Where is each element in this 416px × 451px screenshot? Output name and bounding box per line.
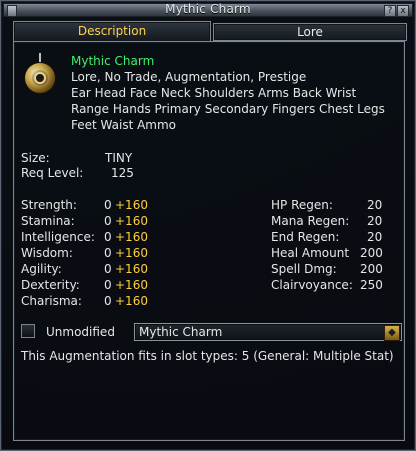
req-level-value: 125 xyxy=(111,166,134,180)
title-bar[interactable]: Mythic Charm ? x xyxy=(3,2,413,17)
charm-icon xyxy=(23,53,57,97)
stat-value-hp-regen: 20 xyxy=(367,198,383,212)
dropdown-arrow-icon[interactable]: ◆ xyxy=(384,325,400,341)
augment-slot-info: This Augmentation fits in slot types: 5 … xyxy=(21,349,394,363)
stat-value-heal-amount: 200 xyxy=(360,246,383,260)
item-window: Mythic Charm ? x Description Lore Mythic… xyxy=(0,0,416,451)
augment-dropdown[interactable]: Mythic Charm ◆ xyxy=(134,323,402,341)
stat-label-intelligence: Intelligence: xyxy=(21,230,95,244)
item-name: Mythic Charm xyxy=(71,54,155,68)
stat-label-charisma: Charisma: xyxy=(21,294,82,308)
stat-bonus-strength: +160 xyxy=(115,198,148,212)
stat-label-stamina: Stamina: xyxy=(21,214,75,228)
item-slots-line-3: Feet Waist Ammo xyxy=(71,118,177,132)
stat-value-mana-regen: 20 xyxy=(367,214,383,228)
stat-label-agility: Agility: xyxy=(21,262,62,276)
stat-label-heal-amount: Heal Amount xyxy=(271,246,350,260)
item-flags: Lore, No Trade, Augmentation, Prestige xyxy=(71,70,307,84)
size-value: TINY xyxy=(105,151,133,165)
stat-label-dexterity: Dexterity: xyxy=(21,278,80,292)
stat-value-clairvoyance: 250 xyxy=(360,278,383,292)
stat-base-intelligence: 0 xyxy=(104,230,112,244)
stat-base-agility: 0 xyxy=(104,262,112,276)
stat-base-wisdom: 0 xyxy=(104,246,112,260)
stat-bonus-wisdom: +160 xyxy=(115,246,148,260)
unmodified-label: Unmodified xyxy=(46,325,115,339)
close-button[interactable]: x xyxy=(397,5,409,17)
stat-base-dexterity: 0 xyxy=(104,278,112,292)
stat-label-wisdom: Wisdom: xyxy=(21,246,73,260)
stat-base-strength: 0 xyxy=(104,198,112,212)
charm-pendant xyxy=(25,63,55,93)
item-slots-line-1: Ear Head Face Neck Shoulders Arms Back W… xyxy=(71,86,357,100)
stat-bonus-stamina: +160 xyxy=(115,214,148,228)
charm-chain xyxy=(39,53,41,63)
item-slots-line-2: Range Hands Primary Secondary Fingers Ch… xyxy=(71,102,385,116)
unmodified-checkbox[interactable] xyxy=(21,324,35,338)
req-level-label: Req Level: xyxy=(21,166,84,180)
stat-label-spell-dmg: Spell Dmg: xyxy=(271,262,337,276)
size-label: Size: xyxy=(21,151,50,165)
stat-base-charisma: 0 xyxy=(104,294,112,308)
stat-bonus-dexterity: +160 xyxy=(115,278,148,292)
window-title: Mythic Charm xyxy=(165,2,251,16)
augment-dropdown-value: Mythic Charm xyxy=(139,325,223,339)
tab-description[interactable]: Description xyxy=(13,21,211,43)
stat-value-end-regen: 20 xyxy=(367,230,383,244)
stat-label-clairvoyance: Clairvoyance: xyxy=(271,278,353,292)
stat-base-stamina: 0 xyxy=(104,214,112,228)
stat-value-spell-dmg: 200 xyxy=(360,262,383,276)
tab-lore[interactable]: Lore xyxy=(213,23,407,41)
stat-label-hp-regen: HP Regen: xyxy=(271,198,333,212)
stat-bonus-intelligence: +160 xyxy=(115,230,148,244)
stat-label-strength: Strength: xyxy=(21,198,77,212)
stat-bonus-agility: +160 xyxy=(115,262,148,276)
stat-bonus-charisma: +160 xyxy=(115,294,148,308)
stat-label-mana-regen: Mana Regen: xyxy=(271,214,350,228)
help-button[interactable]: ? xyxy=(384,5,396,17)
stat-label-end-regen: End Regen: xyxy=(271,230,340,244)
tab-strip: Description Lore xyxy=(13,21,407,43)
